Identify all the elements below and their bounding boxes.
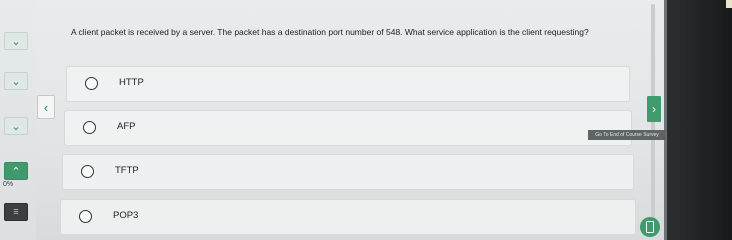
next-page-button[interactable]: › <box>647 96 661 122</box>
answer-option-tftp[interactable]: TFTP <box>62 154 634 190</box>
section-expand-button-2[interactable]: ⌄ <box>4 72 28 90</box>
answer-label: AFP <box>117 121 136 132</box>
previous-page-button[interactable]: ‹ <box>37 95 55 119</box>
chevron-down-icon: ⌄ <box>11 120 21 133</box>
transcript-button[interactable]: ☰ <box>4 203 28 221</box>
answer-label: TFTP <box>115 165 139 176</box>
radio-button[interactable] <box>81 165 94 178</box>
left-nav-rail: ⌄ ⌄ ⌄ ⌃ 0% ☰ <box>0 0 36 240</box>
corner-fragment <box>726 0 732 8</box>
answer-option-afp[interactable]: AFP <box>64 110 632 146</box>
answer-option-pop3[interactable]: POP3 <box>60 199 636 235</box>
notes-icon <box>646 221 654 233</box>
notes-button[interactable] <box>640 217 660 237</box>
answer-option-http[interactable]: HTTP <box>66 66 630 102</box>
chevron-right-icon: › <box>652 102 656 116</box>
progress-percent: 0% <box>3 181 14 188</box>
radio-button[interactable] <box>79 210 92 223</box>
section-collapse-button[interactable]: ⌃ <box>4 162 28 180</box>
end-course-survey-link[interactable]: Go To End of Course Survey <box>588 130 666 140</box>
radio-button[interactable] <box>83 121 96 134</box>
section-expand-button-3[interactable]: ⌄ <box>4 117 28 135</box>
question-text: A client packet is received by a server.… <box>71 27 589 37</box>
right-dark-panel <box>664 0 732 240</box>
radio-button[interactable] <box>85 77 98 90</box>
section-expand-button-1[interactable]: ⌄ <box>4 32 28 50</box>
transcript-icon: ☰ <box>13 209 19 216</box>
chevron-down-icon: ⌄ <box>11 35 21 48</box>
chevron-up-icon: ⌃ <box>11 165 21 178</box>
answer-label: POP3 <box>113 210 139 221</box>
answer-label: HTTP <box>119 77 144 88</box>
chevron-left-icon: ‹ <box>43 99 49 115</box>
panel-edge <box>664 0 667 240</box>
chevron-down-icon: ⌄ <box>11 75 21 88</box>
